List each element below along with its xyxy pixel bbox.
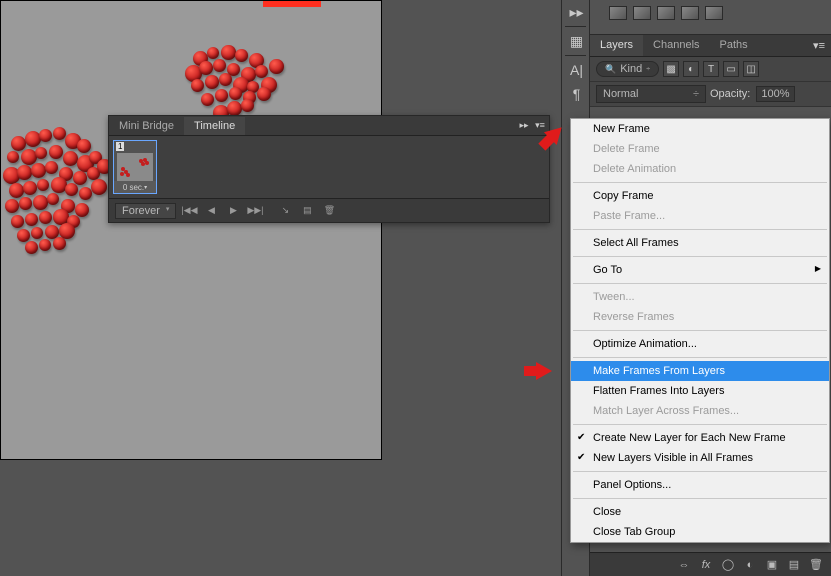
tween-icon[interactable]: ↘ <box>276 203 294 219</box>
menu-panel-options[interactable]: Panel Options... <box>571 475 829 495</box>
panel-menu-icon[interactable]: ▾≡ <box>807 35 831 56</box>
timeline-panel: Mini Bridge Timeline ▸▸ ▾≡ 1 0 sec. Fore… <box>108 115 550 223</box>
duplicate-frame-icon[interactable]: ▤ <box>298 203 316 219</box>
frame-duration[interactable]: 0 sec. <box>114 181 156 193</box>
play-icon[interactable]: ▶ <box>224 203 242 219</box>
frame-thumbnail <box>117 153 153 181</box>
tab-layers[interactable]: Layers <box>590 35 643 56</box>
layers-panel-footer: ⇔ fx ◯ ◐ ▣ ▤ 🗑 <box>590 552 831 576</box>
filter-type-icons: ▩ ◐ T ▭ ◫ <box>663 61 759 77</box>
menu-create-layer-each-frame[interactable]: Create New Layer for Each New Frame <box>571 428 829 448</box>
collapse-icon[interactable]: ▸▸ <box>517 119 531 133</box>
tab-channels[interactable]: Channels <box>643 35 709 56</box>
filter-adjust-icon[interactable]: ◐ <box>683 61 699 77</box>
adjustment-icon[interactable]: ◐ <box>743 558 757 572</box>
new-layer-icon[interactable]: ▤ <box>787 558 801 572</box>
arrange-icon[interactable] <box>609 6 627 20</box>
filter-pixel-icon[interactable]: ▩ <box>663 61 679 77</box>
timeline-controls: Forever |◀◀ ◀ ▶ ▶▶| ↘ ▤ 🗑 <box>109 198 549 222</box>
menu-optimize[interactable]: Optimize Animation... <box>571 334 829 354</box>
menu-reverse: Reverse Frames <box>571 307 829 327</box>
menu-select-all[interactable]: Select All Frames <box>571 233 829 253</box>
menu-tween: Tween... <box>571 287 829 307</box>
menu-new-layers-visible[interactable]: New Layers Visible in All Frames <box>571 448 829 468</box>
arrange-icon[interactable] <box>633 6 651 20</box>
menu-delete-frame: Delete Frame <box>571 139 829 159</box>
filter-smart-icon[interactable]: ◫ <box>743 61 759 77</box>
arrange-icon[interactable] <box>705 6 723 20</box>
arrange-icon[interactable] <box>657 6 675 20</box>
link-layers-icon[interactable]: ⇔ <box>677 558 691 572</box>
menu-go-to[interactable]: Go To <box>571 260 829 280</box>
menu-close-group[interactable]: Close Tab Group <box>571 522 829 542</box>
tab-paths[interactable]: Paths <box>710 35 758 56</box>
menu-flatten[interactable]: Flatten Frames Into Layers <box>571 381 829 401</box>
loop-label: Forever <box>122 205 160 217</box>
mask-icon[interactable]: ◯ <box>721 558 735 572</box>
timeline-context-menu: New Frame Delete Frame Delete Animation … <box>570 118 830 543</box>
first-frame-icon[interactable]: |◀◀ <box>180 203 198 219</box>
arrange-icon[interactable] <box>681 6 699 20</box>
selection-marker <box>263 1 321 7</box>
annotation-arrow-icon <box>536 362 552 380</box>
layers-panel: Layers Channels Paths ▾≡ Kind ÷ ▩ ◐ T ▭ … <box>590 34 831 107</box>
opacity-label: Opacity: <box>710 88 750 100</box>
swatches-icon[interactable]: ▦ <box>562 29 591 53</box>
expand-icon[interactable]: ▸▸ <box>562 0 591 24</box>
fx-icon[interactable]: fx <box>699 558 713 572</box>
next-frame-icon[interactable]: ▶▶| <box>246 203 264 219</box>
blend-mode-select[interactable]: Normal <box>596 85 706 103</box>
menu-paste-frame: Paste Frame... <box>571 206 829 226</box>
menu-new-frame[interactable]: New Frame <box>571 119 829 139</box>
opacity-value[interactable]: 100% <box>756 86 794 102</box>
frames-strip: 1 0 sec. <box>109 136 549 198</box>
loop-select[interactable]: Forever <box>115 203 176 219</box>
prev-frame-icon[interactable]: ◀ <box>202 203 220 219</box>
frame-number: 1 <box>116 142 124 151</box>
group-icon[interactable]: ▣ <box>765 558 779 572</box>
filter-shape-icon[interactable]: ▭ <box>723 61 739 77</box>
filter-kind-label: Kind <box>620 63 642 75</box>
document-canvas[interactable] <box>0 0 382 460</box>
menu-match-layer: Match Layer Across Frames... <box>571 401 829 421</box>
menu-make-frames-from-layers[interactable]: Make Frames From Layers <box>571 361 829 381</box>
filter-type-icon[interactable]: T <box>703 61 719 77</box>
tab-timeline[interactable]: Timeline <box>184 117 245 135</box>
menu-close[interactable]: Close <box>571 502 829 522</box>
filter-kind-select[interactable]: Kind ÷ <box>596 61 659 77</box>
arrange-icons <box>601 0 821 26</box>
menu-copy-frame[interactable]: Copy Frame <box>571 186 829 206</box>
menu-delete-animation: Delete Animation <box>571 159 829 179</box>
character-icon[interactable]: A| <box>562 58 591 82</box>
blend-mode-label: Normal <box>603 88 638 100</box>
frame-1[interactable]: 1 0 sec. <box>113 140 157 194</box>
delete-frame-icon[interactable]: 🗑 <box>320 203 338 219</box>
trash-icon[interactable]: 🗑 <box>809 558 823 572</box>
tab-mini-bridge[interactable]: Mini Bridge <box>109 117 184 135</box>
paragraph-icon[interactable]: ¶ <box>562 82 591 106</box>
